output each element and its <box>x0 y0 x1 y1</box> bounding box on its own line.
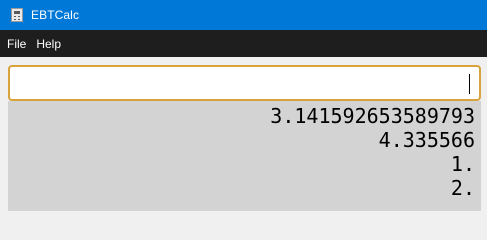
calculator-icon <box>11 8 23 22</box>
results-stack[interactable]: 3.141592653589793 4.335566 1. 2. <box>8 101 481 211</box>
menu-file[interactable]: File <box>0 37 31 51</box>
result-line: 4.335566 <box>378 128 475 152</box>
expression-input-container[interactable] <box>8 65 481 101</box>
title-bar[interactable]: EBTCalc <box>0 0 487 30</box>
text-caret <box>469 74 470 94</box>
result-line: 1. <box>450 152 475 176</box>
window-title: EBTCalc <box>31 8 80 22</box>
menu-help[interactable]: Help <box>31 37 66 51</box>
result-line: 3.141592653589793 <box>270 104 475 128</box>
app-window: EBTCalc File Help 3.141592653589793 4.33… <box>0 0 487 211</box>
expression-input[interactable] <box>10 67 479 99</box>
result-line: 2. <box>450 176 475 200</box>
menu-bar: File Help <box>0 30 487 57</box>
